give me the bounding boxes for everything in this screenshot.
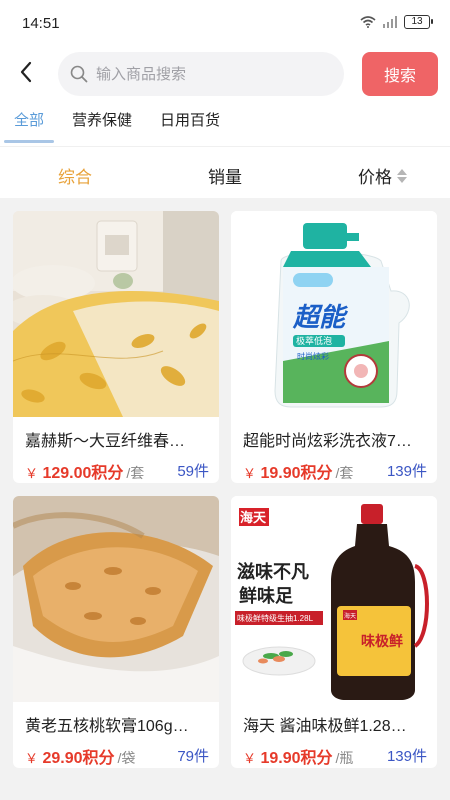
search-button[interactable]: 搜索 (362, 52, 438, 96)
search-header: 搜索 (0, 48, 450, 100)
price-row: ￥ 19.90积分/套 139件 (243, 459, 427, 482)
price-value: 19.90积分 (260, 465, 333, 482)
detergent-sub-text: 时尚炫彩 (297, 351, 329, 361)
soy-slogan-1: 滋味不凡 (237, 561, 309, 582)
product-unit: /瓶 (335, 750, 354, 766)
product-unit: /套 (126, 465, 145, 481)
product-price: ￥ 129.00积分/套 (25, 459, 144, 483)
product-price: ￥ 19.90积分/瓶 (243, 744, 353, 768)
price-row: ￥ 19.90积分/瓶 139件 (243, 744, 427, 767)
status-time: 14:51 (22, 15, 60, 32)
price-value: 129.00积分 (42, 465, 124, 482)
product-price: ￥ 29.90积分/袋 (25, 744, 135, 768)
product-image-quilt (13, 211, 219, 417)
soy-logo-text: 海天 (240, 510, 267, 525)
sort-bar: 综合 销量 价格 (0, 146, 450, 198)
product-name: 海天 酱油味极鲜1.28… (243, 718, 407, 735)
product-image-soy-sauce: 海天 滋味不凡 鲜味足 味极鲜特级生抽1.28L 海天 味极鲜 (231, 496, 437, 702)
sort-comprehensive[interactable]: 综合 (58, 163, 92, 188)
category-tabs: 全部 营养保健 日用百货 (0, 100, 450, 146)
product-image-walnut-cake (13, 496, 219, 702)
back-button[interactable] (12, 58, 40, 86)
price-row: ￥ 129.00积分/套 59件 (25, 459, 209, 482)
currency-symbol: ￥ (25, 751, 39, 766)
search-icon (70, 65, 88, 83)
detergent-brand-text: 超能 (292, 302, 348, 332)
currency-symbol: ￥ (25, 466, 39, 481)
soy-label-brand: 海天 (344, 612, 356, 620)
tab-daily-goods[interactable]: 日用百货 (160, 109, 220, 130)
sort-sales-label: 销量 (208, 168, 242, 187)
status-icons: 13 (360, 15, 433, 29)
product-unit: /袋 (117, 750, 136, 766)
price-value: 29.90积分 (42, 750, 115, 767)
product-count: 139件 (386, 463, 427, 480)
tab-nutrition[interactable]: 营养保健 (72, 109, 132, 130)
product-card[interactable]: 嘉赫斯～大豆纤维春… ￥ 129.00积分/套 59件 (13, 211, 219, 483)
product-count: 139件 (386, 748, 427, 765)
sort-sales[interactable]: 销量 (208, 163, 242, 188)
product-name: 超能时尚炫彩洗衣液7… (243, 433, 412, 450)
product-price: ￥ 19.90积分/套 (243, 459, 353, 483)
tab-all[interactable]: 全部 (14, 109, 44, 130)
detergent-tag-text: 极萃低泡 (296, 335, 332, 346)
product-unit: /套 (335, 465, 354, 481)
sort-arrows-icon (397, 168, 407, 183)
wifi-icon (360, 16, 376, 28)
status-bar: 14:51 13 (0, 0, 450, 48)
product-card[interactable]: 黄老五核桃软膏106g… ￥ 29.90积分/袋 79件 (13, 496, 219, 768)
price-value: 19.90积分 (260, 750, 333, 767)
search-input[interactable] (96, 65, 344, 83)
soy-slogan-2: 鲜味足 (239, 585, 293, 606)
signal-icon (383, 16, 397, 28)
search-box[interactable] (58, 52, 344, 96)
sort-price[interactable]: 价格 (358, 163, 407, 188)
tab-indicator (4, 140, 54, 143)
battery-level: 13 (411, 16, 423, 27)
currency-symbol: ￥ (243, 466, 257, 481)
soy-product-line: 味极鲜特级生抽1.28L (237, 613, 314, 623)
price-row: ￥ 29.90积分/袋 79件 (25, 744, 209, 767)
sort-comprehensive-label: 综合 (58, 168, 92, 187)
currency-symbol: ￥ (243, 751, 257, 766)
product-card[interactable]: 海天 滋味不凡 鲜味足 味极鲜特级生抽1.28L 海天 味极鲜 海天 酱油味极鲜… (231, 496, 437, 768)
product-count: 59件 (177, 463, 209, 480)
product-name: 黄老五核桃软膏106g… (25, 718, 189, 735)
product-image-detergent: 超能 极萃低泡 时尚炫彩 (231, 211, 437, 417)
sort-price-label: 价格 (358, 168, 392, 187)
battery-icon: 13 (404, 15, 433, 29)
soy-label-main: 味极鲜 (361, 633, 403, 650)
chevron-left-icon (20, 61, 32, 83)
product-card[interactable]: 超能 极萃低泡 时尚炫彩 超能时尚炫彩洗衣液7… ￥ 19.90积分/套 139… (231, 211, 437, 483)
product-count: 79件 (177, 748, 209, 765)
product-name: 嘉赫斯～大豆纤维春… (25, 433, 186, 450)
